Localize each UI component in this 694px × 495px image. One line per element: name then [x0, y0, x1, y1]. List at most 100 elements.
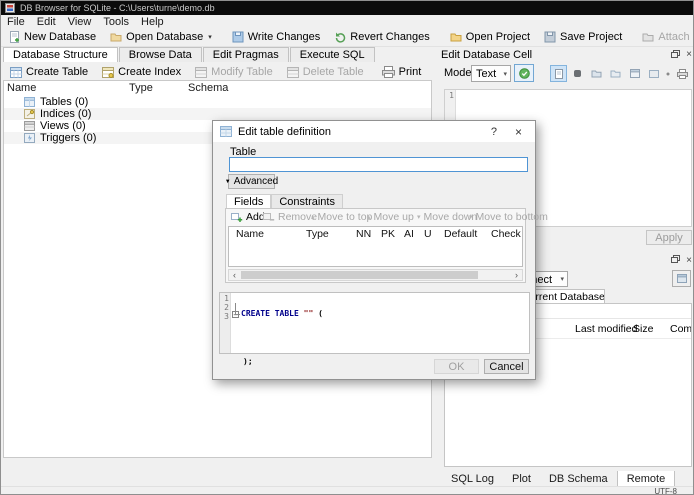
table-name-input[interactable]	[229, 157, 528, 172]
fullscreen-button[interactable]	[645, 65, 662, 82]
set-null-button[interactable]	[569, 65, 586, 82]
dialog-help-button[interactable]: ?	[485, 126, 503, 138]
mode-label: Mode:	[444, 67, 475, 79]
create-table-button[interactable]: Create Table	[3, 63, 95, 81]
delete-table-button[interactable]: Delete Table	[280, 63, 371, 81]
print-cell-button[interactable]	[674, 65, 691, 82]
tab-db-schema[interactable]: DB Schema	[540, 471, 617, 487]
tab-sql-log[interactable]: SQL Log	[442, 471, 503, 487]
col-type[interactable]: Type	[306, 228, 329, 240]
remove-field-button[interactable]: Remove	[263, 211, 317, 223]
revert-changes-icon	[334, 31, 346, 43]
move-to-bottom-button[interactable]: ▾ Move to bottom	[469, 211, 548, 223]
menu-help[interactable]: Help	[135, 16, 170, 28]
main-toolbar: New Database Open Database ▾ Write Chang…	[1, 28, 693, 47]
tab-plot[interactable]: Plot	[503, 471, 540, 487]
save-project-button[interactable]: Save Project	[537, 28, 629, 46]
col-nn[interactable]: NN	[356, 228, 371, 240]
remote-settings-button[interactable]	[672, 270, 691, 287]
col-name[interactable]: Name	[236, 228, 264, 240]
tab-constraints[interactable]: Constraints	[271, 194, 343, 209]
import-cell-button[interactable]	[588, 65, 605, 82]
cell-panel-title: Edit Database Cell	[441, 48, 533, 61]
window-icon	[629, 69, 640, 78]
cancel-button[interactable]: Cancel	[484, 359, 529, 374]
dialog-table-icon	[220, 126, 232, 137]
delete-table-icon	[286, 66, 299, 78]
app-icon	[5, 3, 15, 13]
open-database-dropdown-icon[interactable]: ▾	[208, 33, 212, 41]
menu-file[interactable]: File	[1, 16, 31, 28]
column-last-modified[interactable]: Last modified	[575, 323, 637, 335]
text-view-button[interactable]	[550, 65, 567, 82]
tab-edit-pragmas[interactable]: Edit Pragmas	[202, 47, 289, 62]
move-up-button[interactable]: ▴ Move up	[367, 211, 414, 223]
menu-edit[interactable]: Edit	[31, 16, 62, 28]
print-button[interactable]: Print	[375, 63, 429, 81]
tree-item-tables[interactable]: Tables (0)	[4, 96, 431, 108]
create-table-icon	[10, 66, 22, 78]
tab-execute-sql[interactable]: Execute SQL	[289, 47, 375, 62]
tab-fields[interactable]: Fields	[226, 194, 272, 209]
fields-hscrollbar[interactable]: ‹ ›	[228, 269, 523, 281]
move-to-top-button[interactable]: ▴ Move to top	[311, 211, 372, 223]
col-default[interactable]: Default	[444, 228, 477, 240]
encoding-indicator[interactable]: UTF-8	[654, 487, 677, 494]
export-icon	[610, 69, 621, 78]
tree-column-name[interactable]: Name	[7, 82, 36, 94]
triggers-icon	[24, 133, 35, 143]
advanced-button[interactable]: ▼ Advanced	[224, 174, 278, 189]
tree-column-schema[interactable]: Schema	[188, 82, 228, 94]
open-database-icon	[110, 32, 122, 42]
close-panel-icon[interactable]: ×	[686, 50, 692, 60]
create-index-button[interactable]: Create Index	[95, 63, 188, 81]
col-check[interactable]: Check	[491, 228, 521, 240]
tab-database-structure[interactable]: Database Structure	[3, 47, 118, 62]
fold-guide-line	[235, 303, 240, 315]
move-down-icon: ▾	[417, 214, 421, 221]
ok-button[interactable]: OK	[434, 359, 479, 374]
window-titlebar: DB Browser for SQLite - C:\Users\turne\d…	[1, 1, 693, 15]
open-in-window-button[interactable]	[626, 65, 643, 82]
column-size[interactable]: Size	[633, 323, 653, 335]
revert-changes-button[interactable]: Revert Changes	[327, 28, 437, 46]
indices-icon	[24, 109, 35, 119]
menu-view[interactable]: View	[62, 16, 98, 28]
col-ai[interactable]: AI	[404, 228, 414, 240]
scroll-left-icon[interactable]: ‹	[229, 270, 240, 280]
advanced-arrow-icon: ▼	[224, 178, 231, 185]
add-field-icon	[231, 211, 243, 223]
tree-item-indices[interactable]: Indices (0)	[4, 108, 431, 120]
float-panel-icon[interactable]	[671, 255, 681, 265]
scroll-right-icon[interactable]: ›	[511, 270, 522, 280]
open-project-icon	[450, 32, 462, 42]
export-cell-button[interactable]	[607, 65, 624, 82]
dialog-tabbar: Fields Constraints	[226, 194, 343, 209]
remove-field-icon	[263, 211, 275, 223]
apply-button[interactable]: Apply	[646, 230, 692, 245]
sql-line-1: − CREATE TABLE "" (	[232, 309, 323, 319]
fields-table[interactable]: Name Type NN PK AI U Default Check	[228, 226, 523, 267]
modify-table-button[interactable]: Modify Table	[188, 63, 280, 81]
tab-browse-data[interactable]: Browse Data	[118, 47, 202, 62]
scroll-thumb[interactable]	[241, 271, 478, 279]
add-field-button[interactable]: Add	[231, 211, 265, 223]
menu-tools[interactable]: Tools	[97, 16, 135, 28]
overflow-button[interactable]	[664, 65, 672, 82]
fullscreen-icon	[648, 69, 659, 78]
attach-database-button[interactable]: Attach Database	[635, 28, 693, 46]
open-database-button[interactable]: Open Database ▾	[103, 28, 219, 46]
sql-line-number: 1	[224, 294, 229, 303]
write-changes-button[interactable]: Write Changes	[225, 28, 328, 46]
float-panel-icon[interactable]	[671, 49, 681, 60]
col-u[interactable]: U	[424, 228, 432, 240]
close-panel-icon[interactable]: ×	[686, 255, 692, 265]
col-pk[interactable]: PK	[381, 228, 395, 240]
open-project-button[interactable]: Open Project	[443, 28, 537, 46]
new-database-button[interactable]: New Database	[3, 28, 103, 46]
column-commit[interactable]: Commit	[670, 323, 691, 335]
dialog-close-button[interactable]: ×	[509, 125, 528, 139]
tree-column-type[interactable]: Type	[129, 82, 153, 94]
mode-select[interactable]: Text ▾	[471, 65, 511, 82]
auto-apply-button[interactable]	[514, 64, 534, 82]
